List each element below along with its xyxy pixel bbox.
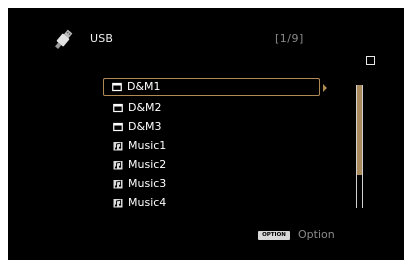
osd-screen: USB [1/9] D&M1 D&M2 D&M3 Music1 Music2 M… xyxy=(8,8,404,260)
folder-icon xyxy=(112,82,122,92)
list-item-music2[interactable]: Music2 xyxy=(104,155,320,174)
list-item-music3[interactable]: Music3 xyxy=(104,174,320,193)
list-item-label: D&M3 xyxy=(128,120,162,133)
list-item-label: D&M2 xyxy=(128,101,162,114)
music-file-icon xyxy=(113,141,123,150)
page-counter: [1/9] xyxy=(275,32,304,45)
scrollbar[interactable] xyxy=(356,85,363,208)
music-file-icon xyxy=(113,160,123,169)
list-item-label: Music2 xyxy=(128,158,167,171)
folder-icon xyxy=(113,103,123,112)
list-item-label: D&M1 xyxy=(127,80,161,93)
music-file-icon xyxy=(113,179,123,188)
list-item-music1[interactable]: Music1 xyxy=(104,136,320,155)
selection-arrow-icon xyxy=(323,84,327,92)
list-item-label: Music3 xyxy=(128,177,167,190)
file-list: D&M1 D&M2 D&M3 Music1 Music2 Music3 Musi… xyxy=(103,78,320,212)
option-button-badge: OPTION xyxy=(258,231,290,240)
stop-icon xyxy=(366,56,375,65)
scrollbar-thumb[interactable] xyxy=(357,85,362,175)
list-item-label: Music4 xyxy=(128,196,167,209)
music-file-icon xyxy=(113,198,123,207)
option-label: Option xyxy=(298,228,335,241)
source-label: USB xyxy=(90,32,114,45)
folder-icon xyxy=(113,122,123,131)
list-item-dm2[interactable]: D&M2 xyxy=(104,98,320,117)
list-item-label: Music1 xyxy=(128,139,167,152)
list-item-dm3[interactable]: D&M3 xyxy=(104,117,320,136)
usb-plug-icon xyxy=(55,29,73,49)
list-item-music4[interactable]: Music4 xyxy=(104,193,320,212)
list-item-dm1[interactable]: D&M1 xyxy=(103,78,320,96)
